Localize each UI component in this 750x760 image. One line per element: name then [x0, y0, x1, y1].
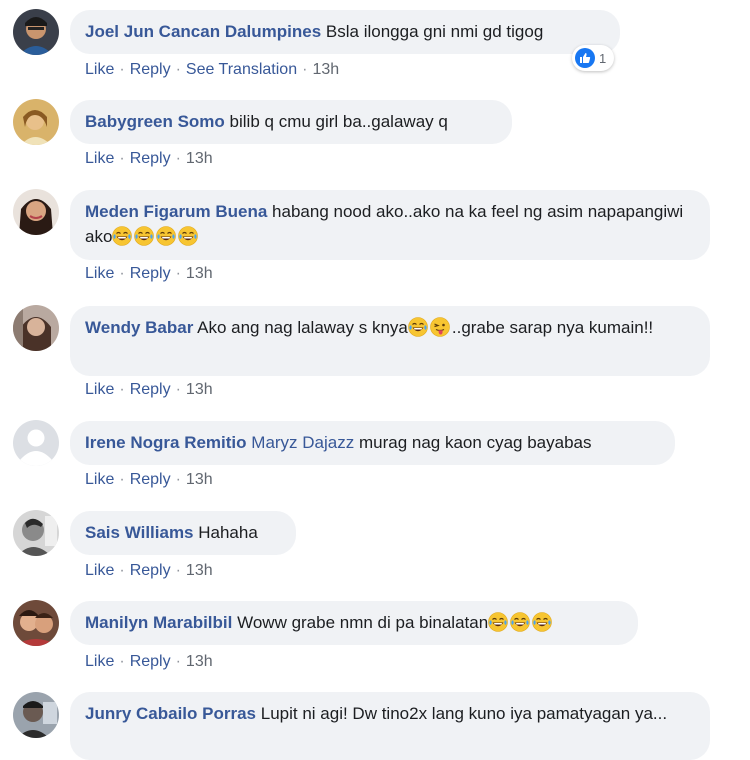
comment-author[interactable]: Meden Figarum Buena [85, 202, 267, 221]
reply-link[interactable]: Reply [130, 562, 171, 579]
timestamp[interactable]: 13h [312, 61, 339, 78]
comment-author[interactable]: Sais Williams [85, 523, 194, 542]
comment-actions: Like · Reply · See Translation · 13h [85, 61, 340, 78]
comment-bubble: Meden Figarum Buena habang nood ako..ako… [70, 190, 710, 260]
comment-text: Bsla ilongga gni nmi gd tigog [325, 22, 544, 41]
mention-link[interactable]: Maryz Dajazz [251, 433, 354, 452]
like-reaction-icon [575, 48, 595, 68]
timestamp[interactable]: 13h [186, 471, 213, 488]
like-link[interactable]: Like [85, 562, 114, 579]
avatar[interactable] [13, 692, 59, 738]
reply-link[interactable]: Reply [130, 265, 171, 282]
like-link[interactable]: Like [85, 653, 114, 670]
laughing-crying-emoji [134, 226, 155, 246]
timestamp[interactable]: 13h [186, 653, 213, 670]
comment-actions: Like · Reply · 13h [85, 150, 213, 167]
reaction-count-badge[interactable]: 1 [572, 45, 615, 71]
avatar[interactable] [13, 99, 59, 145]
laughing-crying-emoji [510, 612, 531, 632]
avatar[interactable] [13, 189, 59, 235]
timestamp[interactable]: 13h [186, 265, 213, 282]
comment-author[interactable]: Joel Jun Cancan Dalumpines [85, 22, 321, 41]
comment-text: Lupit ni agi! Dw tino2x lang kuno iya pa… [260, 704, 668, 723]
comment-bubble: Joel Jun Cancan Dalumpines Bsla ilongga … [70, 10, 620, 54]
avatar[interactable] [13, 600, 59, 646]
comment-author[interactable]: Manilyn Marabilbil [85, 613, 232, 632]
comment-actions: Like · Reply · 13h [85, 265, 213, 282]
timestamp[interactable]: 13h [186, 150, 213, 167]
like-link[interactable]: Like [85, 61, 114, 78]
avatar[interactable] [13, 420, 59, 466]
comment-author[interactable]: Irene Nogra Remitio [85, 433, 247, 452]
timestamp[interactable]: 13h [186, 381, 213, 398]
reply-link[interactable]: Reply [130, 653, 171, 670]
comment-author[interactable]: Babygreen Somo [85, 112, 225, 131]
laughing-crying-emoji [407, 317, 428, 337]
reply-link[interactable]: Reply [130, 61, 171, 78]
reply-link[interactable]: Reply [130, 150, 171, 167]
like-link[interactable]: Like [85, 381, 114, 398]
comment-bubble: Irene Nogra Remitio Maryz Dajazz murag n… [70, 421, 675, 465]
comment-actions: Like · Reply · 13h [85, 471, 213, 488]
comment-bubble: Sais Williams Hahaha [70, 511, 296, 555]
comment-actions: Like · Reply · 13h [85, 653, 213, 670]
comment-text: murag nag kaon cyag bayabas [358, 433, 592, 452]
comment-text: Ako ang nag lalaway s knya [197, 318, 408, 337]
avatar[interactable] [13, 305, 59, 351]
comment-author[interactable]: Wendy Babar [85, 318, 193, 337]
avatar[interactable] [13, 9, 59, 55]
reaction-count: 1 [599, 50, 607, 66]
reply-link[interactable]: Reply [130, 471, 171, 488]
laughing-crying-emoji [178, 226, 199, 246]
laughing-crying-emoji [532, 612, 553, 632]
comment-text: ..grabe sarap nya kumain!! [451, 318, 654, 337]
comment-bubble: Junry Cabailo Porras Lupit ni agi! Dw ti… [70, 692, 710, 760]
comment-text: bilib q cmu girl ba..galaway q [229, 112, 448, 131]
laughing-crying-emoji [156, 226, 177, 246]
comment-text: Hahaha [198, 523, 258, 542]
comment-actions: Like · Reply · 13h [85, 562, 213, 579]
like-link[interactable]: Like [85, 471, 114, 488]
tongue-out-emoji [429, 317, 450, 337]
like-link[interactable]: Like [85, 265, 114, 282]
avatar[interactable] [13, 510, 59, 556]
like-link[interactable]: Like [85, 150, 114, 167]
comment-actions: Like · Reply · 13h [85, 381, 213, 398]
comment-bubble: Wendy Babar Ako ang nag lalaway s knya..… [70, 306, 710, 376]
reply-link[interactable]: Reply [130, 381, 171, 398]
comment-text: Woww grabe nmn di pa binalatan [237, 613, 489, 632]
comment-bubble: Babygreen Somo bilib q cmu girl ba..gala… [70, 100, 512, 144]
comment-bubble: Manilyn Marabilbil Woww grabe nmn di pa … [70, 601, 638, 645]
timestamp[interactable]: 13h [186, 562, 213, 579]
see-translation-link[interactable]: See Translation [186, 61, 297, 78]
laughing-crying-emoji [112, 226, 133, 246]
comment-author[interactable]: Junry Cabailo Porras [85, 704, 256, 723]
laughing-crying-emoji [488, 612, 509, 632]
